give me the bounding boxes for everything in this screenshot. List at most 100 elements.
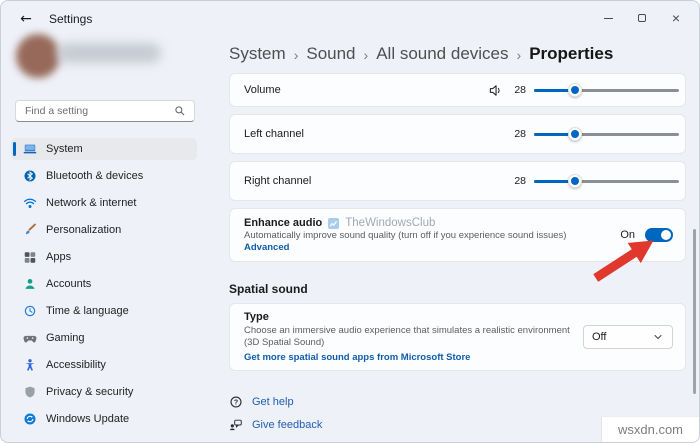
page-title: Properties [529,44,614,63]
wifi-icon [23,196,37,210]
enhance-audio-label: Enhance audio [244,217,323,229]
sidebar-item-accessibility[interactable]: Accessibility [11,354,197,376]
breadcrumb-sound[interactable]: Sound [306,44,355,64]
right-channel-slider[interactable] [534,174,679,188]
minimize-button[interactable] [591,1,625,35]
left-channel-slider[interactable] [534,127,679,141]
gamepad-icon [23,331,37,345]
sidebar-item-privacy-security[interactable]: Privacy & security [11,381,197,403]
give-feedback-label: Give feedback [252,419,323,431]
main-content: System › Sound › All sound devices › Pro… [229,37,686,432]
speaker-icon[interactable] [488,83,503,98]
sidebar-item-accounts[interactable]: Accounts [11,273,197,295]
type-description: Choose an immersive audio experience tha… [244,325,570,348]
svg-text:?: ? [234,400,238,407]
sidebar-item-label: Privacy & security [46,386,134,398]
volume-row: Volume 28 [229,73,686,107]
close-button[interactable]: × [659,1,693,35]
sidebar-item-network-internet[interactable]: Network & internet [11,192,197,214]
help-icon: ? [229,395,243,409]
site-watermark: wsxdn.com [601,416,699,442]
sidebar-item-system[interactable]: System [11,138,197,160]
spatial-sound-type-row: Type Choose an immersive audio experienc… [229,303,686,371]
accessibility-person-icon [23,358,37,372]
left-channel-label: Left channel [244,128,304,140]
maximize-button[interactable] [625,1,659,35]
back-button[interactable]: ← [15,8,37,30]
chevron-right-icon: › [293,46,299,63]
vertical-scrollbar[interactable] [693,229,696,394]
settings-window: ← Settings × System Bluetooth & dev [0,0,700,443]
shield-icon [23,385,37,399]
right-channel-label: Right channel [244,175,312,187]
sidebar-nav: System Bluetooth & devices Network & int… [11,138,197,430]
breadcrumb-all-sound-devices[interactable]: All sound devices [376,44,508,64]
thewindowsclub-logo-icon [328,217,340,229]
sidebar-item-label: Apps [46,251,72,263]
avatar[interactable] [16,34,60,78]
get-help-label: Get help [252,396,294,408]
sidebar-item-apps[interactable]: Apps [11,246,197,268]
feedback-icon [229,418,243,432]
titlebar: ← Settings × [1,1,699,37]
sidebar-item-gaming[interactable]: Gaming [11,327,197,349]
thewindowsclub-watermark: TheWindowsClub [345,217,436,229]
enhance-audio-description: Automatically improve sound quality (tur… [244,230,567,241]
minimize-icon [603,17,613,19]
sidebar-item-label: Personalization [46,224,122,236]
sidebar-item-label: Network & internet [46,197,137,209]
search-icon [174,105,186,117]
selected-accent-bar [13,142,16,156]
slider-thumb[interactable] [567,83,582,97]
chevron-down-icon [652,331,664,343]
spatial-sound-header: Spatial sound [229,282,308,296]
left-channel-value: 28 [514,128,526,140]
right-channel-row: Right channel 28 [229,161,686,201]
sidebar-item-label: Bluetooth & devices [46,170,144,182]
sidebar-item-label: Accessibility [46,359,106,371]
dropdown-value: Off [592,331,607,343]
sidebar-item-label: System [46,143,83,155]
paintbrush-icon [23,223,37,237]
close-icon: × [671,10,681,26]
volume-value: 28 [514,84,526,96]
get-help-link[interactable]: ? Get help [229,395,686,409]
type-label: Type [244,311,269,323]
breadcrumb-system[interactable]: System [229,44,286,64]
advanced-link[interactable]: Advanced [244,242,566,253]
back-arrow-icon: ← [20,11,32,27]
clock-icon [23,304,37,318]
sidebar-item-windows-update[interactable]: Windows Update [11,408,197,430]
update-icon [23,412,37,426]
slider-thumb[interactable] [567,174,582,188]
bluetooth-icon [23,169,37,183]
apps-icon [23,250,37,264]
sidebar-item-personalization[interactable]: Personalization [11,219,197,241]
right-channel-value: 28 [514,175,526,187]
microsoft-store-link[interactable]: Get more spatial sound apps from Microso… [244,352,579,363]
sidebar-item-bluetooth-devices[interactable]: Bluetooth & devices [11,165,197,187]
sidebar-item-label: Windows Update [46,413,130,425]
sidebar: System Bluetooth & devices Network & int… [1,34,213,442]
chevron-right-icon: › [363,46,369,63]
sidebar-item-label: Gaming [46,332,85,344]
window-title: Settings [49,12,93,26]
search-input[interactable] [16,105,174,117]
search-box[interactable] [15,100,195,122]
breadcrumb: System › Sound › All sound devices › Pro… [229,41,686,67]
toggle-knob [661,230,671,240]
volume-label: Volume [244,84,281,96]
chevron-right-icon: › [516,46,522,63]
site-watermark-text: wsxdn.com [617,422,684,437]
person-icon [23,277,37,291]
spatial-sound-dropdown[interactable]: Off [583,325,673,349]
left-channel-row: Left channel 28 [229,114,686,154]
volume-slider[interactable] [534,83,679,97]
slider-thumb[interactable] [567,127,582,141]
sidebar-item-label: Accounts [46,278,92,290]
user-name-blurred [57,43,161,63]
maximize-icon [638,14,646,22]
window-controls: × [591,1,693,35]
system-icon [23,142,37,156]
sidebar-item-time-language[interactable]: Time & language [11,300,197,322]
